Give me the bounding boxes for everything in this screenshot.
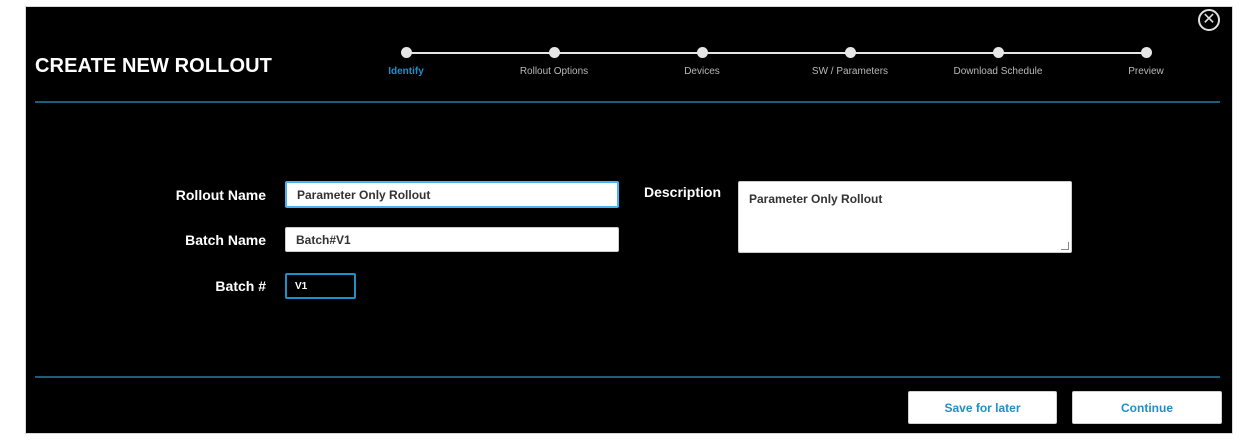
batch-name-label: Batch Name xyxy=(185,232,266,248)
step-identify[interactable]: Identify xyxy=(346,47,466,77)
dialog-title: CREATE NEW ROLLOUT xyxy=(35,55,272,77)
step-label: Identify xyxy=(388,66,424,77)
wizard-stepper: Identify Rollout Options Devices SW / Pa… xyxy=(388,47,1164,87)
step-dot xyxy=(844,47,856,58)
step-download-schedule[interactable]: Download Schedule xyxy=(938,47,1058,77)
rollout-name-label: Rollout Name xyxy=(175,187,266,203)
step-dot xyxy=(548,47,560,58)
step-label: Rollout Options xyxy=(519,66,589,77)
step-dot xyxy=(992,47,1004,58)
batch-name-input[interactable]: Batch#V1 xyxy=(285,227,619,252)
step-label: Download Schedule xyxy=(953,66,1043,77)
step-dot xyxy=(696,47,708,58)
step-rollout-options[interactable]: Rollout Options xyxy=(494,47,614,77)
close-icon[interactable]: ✕ xyxy=(1198,9,1220,31)
continue-button[interactable]: Continue xyxy=(1072,391,1222,424)
save-for-later-button[interactable]: Save for later xyxy=(908,391,1057,424)
step-sw-parameters[interactable]: SW / Parameters xyxy=(790,47,910,77)
step-devices[interactable]: Devices xyxy=(642,47,762,77)
description-textarea[interactable]: Parameter Only Rollout xyxy=(738,181,1072,253)
step-label: Devices xyxy=(684,66,720,77)
create-rollout-dialog: CREATE NEW ROLLOUT ✕ Identify Rollout Op… xyxy=(25,6,1233,434)
batch-number-label: Batch # xyxy=(215,278,266,294)
step-label: Preview xyxy=(1128,66,1164,77)
description-label: Description xyxy=(643,184,721,200)
description-text: Parameter Only Rollout xyxy=(749,192,883,206)
step-dot xyxy=(400,47,412,58)
step-dot xyxy=(1140,47,1152,58)
footer-divider xyxy=(35,376,1220,378)
header-divider xyxy=(35,101,1220,103)
page: CREATE NEW ROLLOUT ✕ Identify Rollout Op… xyxy=(0,0,1243,440)
step-preview[interactable]: Preview xyxy=(1086,47,1206,77)
batch-number-field[interactable]: V1 xyxy=(285,273,356,299)
rollout-name-input[interactable]: Parameter Only Rollout xyxy=(285,181,619,208)
step-label: SW / Parameters xyxy=(811,66,889,77)
resize-handle-icon[interactable] xyxy=(1061,242,1069,250)
